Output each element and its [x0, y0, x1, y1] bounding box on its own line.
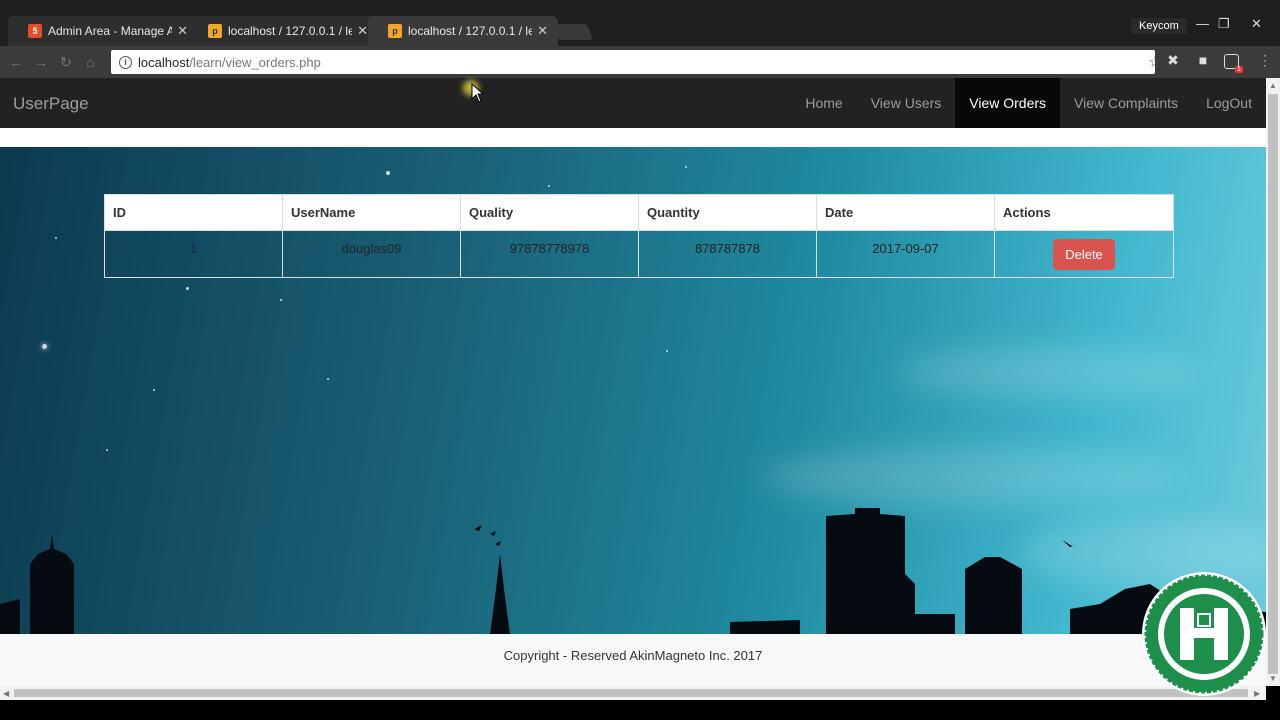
column-header-actions: Actions: [994, 194, 1174, 231]
phpmyadmin-icon: p: [388, 24, 402, 38]
nav-view-orders[interactable]: View Orders: [955, 78, 1061, 128]
cell-username: douglas09: [282, 230, 461, 278]
cell-quantity: 878787878: [638, 230, 817, 278]
hero-background: ID UserName Quality Quantity Date Action…: [0, 147, 1266, 634]
star-decoration: [666, 350, 668, 352]
phpmyadmin-icon: p: [208, 24, 222, 38]
cell-date: 2017-09-07: [816, 230, 995, 278]
minimize-icon[interactable]: —: [1196, 16, 1209, 31]
forward-arrow-icon[interactable]: →: [34, 54, 48, 70]
table-header-row: ID UserName Quality Quantity Date Action…: [104, 194, 1174, 231]
horizontal-scroll-thumb[interactable]: [14, 689, 1248, 697]
tab-title: Admin Area - Manage All: [48, 24, 172, 38]
browser-titlebar: 5 Admin Area - Manage All ✕ p localhost …: [0, 0, 1280, 46]
city-skyline-silhouette: [0, 508, 1266, 634]
nav-home[interactable]: Home: [791, 78, 856, 128]
footer-copyright: Copyright - Reserved AkinMagneto Inc. 20…: [503, 648, 763, 663]
extension-badge: 1: [1235, 66, 1243, 73]
cell-quality: 97878778978: [460, 230, 639, 278]
star-decoration: [548, 185, 550, 187]
column-header-username: UserName: [282, 194, 461, 231]
web-page: UserPage Home View Users View Orders Vie…: [0, 78, 1266, 686]
nav-view-users[interactable]: View Users: [857, 78, 956, 128]
back-arrow-icon[interactable]: ←: [9, 54, 23, 70]
column-header-date: Date: [816, 194, 995, 231]
extension-puzzle-icon[interactable]: ✖: [1164, 52, 1182, 70]
address-bar[interactable]: i localhost/learn/view_orders.php ☆: [111, 50, 1162, 74]
url-path: /learn/view_orders.php: [189, 54, 321, 70]
tab-strip: 5 Admin Area - Manage All ✕ p localhost …: [0, 16, 1280, 46]
close-tab-icon[interactable]: ✕: [537, 23, 548, 39]
mouse-cursor-icon: [471, 83, 483, 103]
scroll-up-arrow-icon[interactable]: ▲: [1269, 81, 1277, 90]
star-decoration: [327, 378, 329, 380]
vertical-scrollbar[interactable]: ▲ ▼: [1266, 78, 1280, 686]
navbar: UserPage Home View Users View Orders Vie…: [0, 78, 1266, 128]
horizontal-scrollbar[interactable]: ◀ ▶: [0, 686, 1266, 700]
close-window-icon[interactable]: ✕: [1251, 16, 1262, 32]
browser-tab-admin[interactable]: 5 Admin Area - Manage All ✕: [8, 16, 198, 46]
cloud-decoration: [900, 347, 1200, 397]
reload-icon[interactable]: ↻: [60, 54, 72, 71]
browser-tab-phpmyadmin-1[interactable]: p localhost / 127.0.0.1 / learn ✕: [188, 16, 378, 46]
star-decoration: [386, 171, 390, 175]
star-decoration: [685, 166, 687, 168]
star-decoration: [42, 344, 47, 349]
nav-links: Home View Users View Orders View Complai…: [791, 78, 1266, 128]
cell-actions: Delete: [994, 230, 1174, 278]
close-tab-icon[interactable]: ✕: [177, 23, 188, 39]
nav-logout[interactable]: LogOut: [1192, 78, 1266, 128]
column-header-quantity: Quantity: [638, 194, 817, 231]
column-header-quality: Quality: [460, 194, 639, 231]
close-tab-icon[interactable]: ✕: [357, 23, 368, 39]
browser-tab-phpmyadmin-2[interactable]: p localhost / 127.0.0.1 / learn ✕: [368, 16, 558, 46]
nav-view-complaints[interactable]: View Complaints: [1060, 78, 1192, 128]
cell-id: 1: [104, 230, 283, 278]
browser-toolbar: ← → ↻ ⌂ i localhost/learn/view_orders.ph…: [0, 46, 1280, 78]
akinmagneto-seal-logo: [1142, 572, 1266, 696]
star-decoration: [186, 287, 189, 290]
restore-icon[interactable]: ❐: [1218, 16, 1230, 32]
star-decoration: [106, 449, 108, 451]
bookmark-star-icon[interactable]: ☆: [1148, 52, 1162, 71]
footer: Copyright - Reserved AkinMagneto Inc. 20…: [0, 634, 1266, 686]
delete-button[interactable]: Delete: [1053, 239, 1115, 270]
html-icon: 5: [28, 24, 42, 38]
profile-button[interactable]: Keycom: [1131, 18, 1187, 34]
tab-title: localhost / 127.0.0.1 / learn: [408, 24, 532, 38]
star-decoration: [55, 237, 57, 239]
table-row: 1 douglas09 97878778978 878787878 2017-0…: [104, 230, 1174, 278]
star-decoration: [280, 299, 282, 301]
scroll-down-arrow-icon[interactable]: ▼: [1269, 674, 1277, 683]
new-tab-button[interactable]: [553, 24, 593, 40]
vertical-scroll-thumb[interactable]: [1268, 94, 1278, 674]
tab-title: localhost / 127.0.0.1 / learn: [228, 24, 352, 38]
info-icon[interactable]: i: [119, 55, 132, 69]
menu-dots-icon[interactable]: ⋮: [1256, 52, 1274, 70]
navbar-brand[interactable]: UserPage: [13, 94, 89, 114]
scroll-left-arrow-icon[interactable]: ◀: [3, 689, 9, 698]
home-icon[interactable]: ⌂: [86, 54, 94, 70]
url-host: localhost: [138, 54, 190, 70]
extension-camera-icon[interactable]: ■: [1194, 52, 1212, 70]
column-header-id: ID: [104, 194, 283, 231]
star-decoration: [153, 389, 155, 391]
orders-table: ID UserName Quality Quantity Date Action…: [104, 194, 1174, 278]
